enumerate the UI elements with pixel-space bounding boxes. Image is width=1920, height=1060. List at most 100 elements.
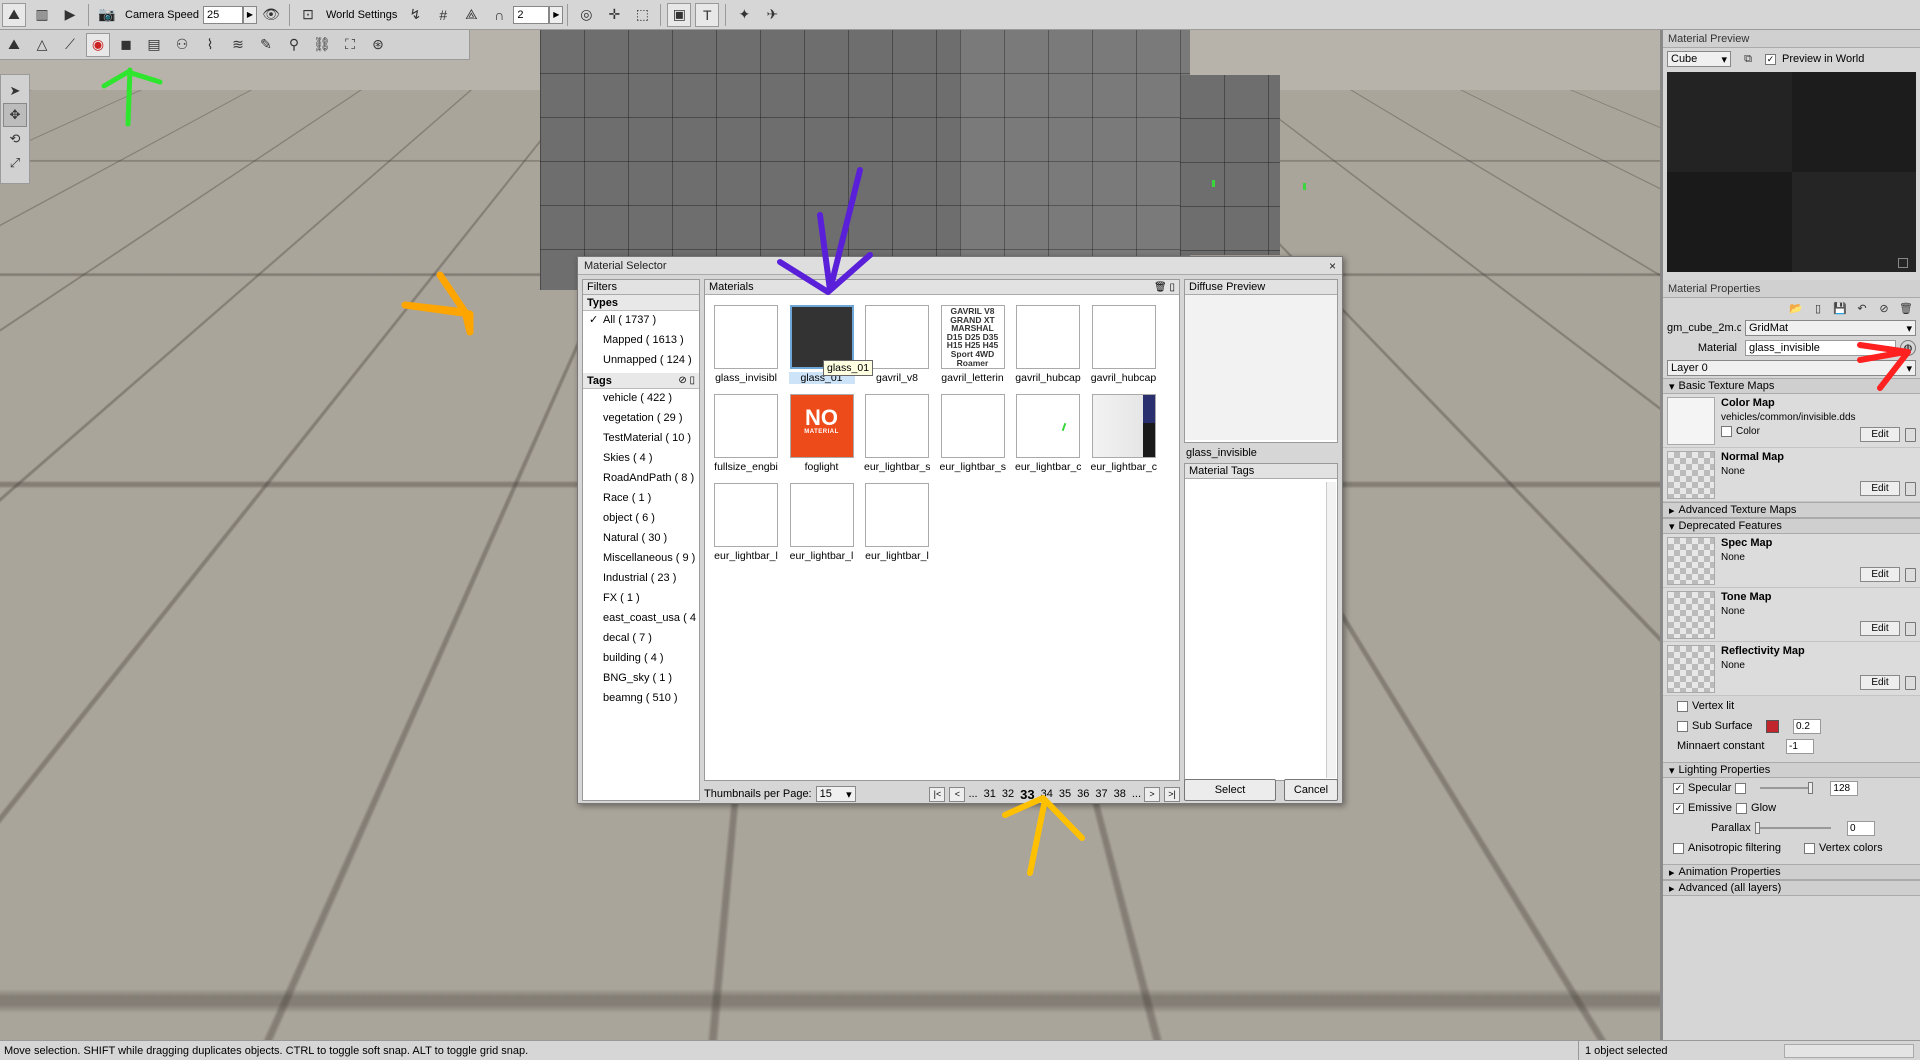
clear-icon[interactable]: ⊘ — [1876, 300, 1892, 316]
material-thumbnail[interactable]: eur_lightbar_l — [789, 483, 855, 569]
page-number-link[interactable]: 37 — [1092, 788, 1110, 800]
scene-tower-block[interactable] — [540, 30, 980, 290]
tag-filter-item[interactable]: TestMaterial ( 10 ) — [583, 429, 699, 449]
play-icon[interactable]: ▶ — [58, 3, 82, 27]
tag-filter-item[interactable]: beamng ( 510 ) — [583, 689, 699, 709]
normal-map-thumbnail[interactable] — [1667, 451, 1715, 499]
spec-map-edit-button[interactable]: Edit — [1860, 567, 1900, 582]
magnet-icon[interactable]: ∩ — [487, 3, 511, 27]
lighting-properties-group[interactable]: ▾ Lighting Properties — [1663, 762, 1920, 778]
tag-filter-item[interactable]: vehicle ( 422 ) — [583, 389, 699, 409]
text-mode-icon[interactable]: T — [695, 2, 720, 27]
trash-icon[interactable] — [1905, 676, 1916, 690]
rotate-tool-icon[interactable]: ⟲ — [3, 127, 27, 151]
reflectivity-map-edit-button[interactable]: Edit — [1860, 675, 1900, 690]
material-name-field[interactable]: glass_invisible — [1745, 340, 1896, 356]
prev-page-button[interactable]: < — [949, 786, 966, 802]
page-number-link[interactable]: 32 — [999, 788, 1017, 800]
fx-icon[interactable]: ✦ — [732, 3, 756, 27]
preview-in-world-checkbox[interactable]: ✓ — [1765, 53, 1776, 65]
select-button[interactable]: Select — [1184, 779, 1276, 801]
parallax-value-input[interactable]: 0 — [1847, 820, 1875, 836]
material-editor-icon[interactable]: ◉ — [86, 32, 110, 57]
scale-tool-icon[interactable]: ⤢ — [3, 151, 27, 175]
scene-small-tower[interactable] — [1180, 75, 1280, 255]
tag-filter-item[interactable]: Race ( 1 ) — [583, 489, 699, 509]
parallax-slider[interactable] — [1755, 822, 1831, 834]
wings-icon[interactable]: ✈ — [760, 3, 784, 27]
river-tool-icon[interactable]: ≋ — [226, 33, 250, 57]
type-filter-item[interactable]: Unmapped ( 124 ) — [583, 351, 699, 371]
tag-filter-item[interactable]: east_coast_usa ( 4 — [583, 609, 699, 629]
animation-properties-group[interactable]: ▸ Animation Properties — [1663, 864, 1920, 880]
color-checkbox[interactable] — [1721, 426, 1732, 437]
specular-checkbox[interactable]: ✓ — [1673, 782, 1684, 794]
trash-icon[interactable] — [1905, 428, 1916, 442]
delete-icon[interactable]: 🗑 — [1898, 300, 1914, 316]
cancel-button[interactable]: Cancel — [1284, 779, 1338, 801]
glow-checkbox[interactable] — [1736, 802, 1748, 814]
delete-material-icon[interactable]: 🗑 — [1154, 282, 1167, 293]
trash-icon[interactable] — [1905, 622, 1916, 636]
material-thumbnail[interactable]: gavril_hubcap — [1091, 305, 1157, 391]
object-palette-icon[interactable]: ▥ — [30, 3, 54, 27]
page-number-link[interactable]: 35 — [1056, 788, 1074, 800]
basic-texture-maps-group[interactable]: ▾ Basic Texture Maps — [1663, 378, 1920, 394]
open-folder-icon[interactable]: 📂 — [1788, 300, 1804, 316]
clear-tags-icon[interactable]: ⊘ — [678, 375, 686, 386]
selection-mode-icon[interactable]: ▣ — [667, 2, 692, 27]
revert-icon[interactable]: ↶ — [1854, 300, 1870, 316]
preview-shape-select[interactable]: Cube ▾ — [1667, 51, 1731, 67]
datablock-icon[interactable]: ▤ — [142, 33, 166, 57]
tag-filter-item[interactable]: FX ( 1 ) — [583, 589, 699, 609]
world-settings-label[interactable]: World Settings — [326, 9, 397, 21]
layer-select[interactable]: Layer 0 ▾ — [1667, 360, 1916, 376]
vertex-colors-checkbox[interactable] — [1804, 842, 1815, 854]
first-page-button[interactable]: |< — [929, 786, 946, 802]
specular-value-input[interactable]: 128 — [1830, 780, 1859, 796]
thumbs-per-page-select[interactable]: 15 ▾ — [815, 786, 856, 802]
snap-size-input[interactable]: 2 — [513, 5, 550, 24]
object-tool-icon[interactable]: ◼ — [114, 33, 138, 57]
terrain-editor-icon[interactable]: ⛰ — [2, 2, 26, 27]
material-thumbnail[interactable]: eur_lightbar_c — [1091, 394, 1157, 480]
material-thumbnail[interactable]: eur_lightbar_s — [940, 394, 1006, 480]
pickup-truck[interactable] — [1330, 225, 1630, 400]
camera-icon[interactable]: 📷 — [95, 3, 119, 27]
mesh-tool-icon[interactable]: △ — [30, 33, 54, 57]
tag-filter-item[interactable]: RoadAndPath ( 8 ) — [583, 469, 699, 489]
slider-knob[interactable] — [1755, 822, 1760, 834]
object-material-select[interactable]: GridMat ▾ — [1745, 320, 1916, 336]
material-thumbnail[interactable]: eur_lightbar_l — [864, 483, 930, 569]
minnaert-value-input[interactable]: -1 — [1786, 738, 1814, 754]
decal-tool-icon[interactable]: ⚇ — [170, 33, 194, 57]
tag-filter-item[interactable]: decal ( 7 ) — [583, 629, 699, 649]
tone-map-edit-button[interactable]: Edit — [1860, 621, 1900, 636]
terrain-snap-icon[interactable]: ⟁ — [459, 3, 483, 27]
tag-filter-item[interactable]: Skies ( 4 ) — [583, 449, 699, 469]
specular-color-swatch[interactable] — [1735, 782, 1747, 794]
current-page-number[interactable]: 33 — [1017, 787, 1037, 802]
color-map-thumbnail[interactable] — [1667, 397, 1715, 445]
anisotropic-checkbox[interactable] — [1673, 842, 1684, 854]
material-selector-globe-icon[interactable]: ◍ — [1900, 340, 1916, 356]
deprecated-features-group[interactable]: ▾ Deprecated Features — [1663, 518, 1920, 534]
new-file-icon[interactable]: ▯ — [1810, 300, 1826, 316]
advanced-texture-maps-group[interactable]: ▸ Advanced Texture Maps — [1663, 502, 1920, 518]
next-page-button[interactable]: > — [1144, 786, 1160, 802]
tag-filter-item[interactable]: vegetation ( 29 ) — [583, 409, 699, 429]
sub-surface-checkbox[interactable] — [1677, 720, 1688, 732]
road-tool-icon[interactable]: ⟋ — [58, 33, 82, 57]
page-number-link[interactable]: 34 — [1038, 788, 1056, 800]
close-icon[interactable]: × — [1329, 259, 1336, 273]
type-filter-item[interactable]: ✓ All ( 1737 ) — [583, 311, 699, 331]
grid-snap-icon[interactable]: # — [431, 3, 455, 27]
navmesh-tool-icon[interactable]: ⛓ — [310, 33, 334, 57]
page-number-link[interactable]: 36 — [1074, 788, 1092, 800]
snap-size-spin-icon[interactable]: ▶ — [549, 5, 564, 24]
new-material-icon[interactable]: ▯ — [1169, 282, 1175, 293]
material-thumbnail[interactable]: NO MATERIAL foglight — [789, 394, 855, 480]
sub-surface-color-swatch[interactable] — [1766, 719, 1779, 733]
material-thumbnail[interactable]: GAVRIL V8 GRAND XT MARSHAL D15 D25 D35 H15 H… — [940, 305, 1006, 391]
dialog-title-bar[interactable]: Material Selector × — [578, 257, 1342, 275]
